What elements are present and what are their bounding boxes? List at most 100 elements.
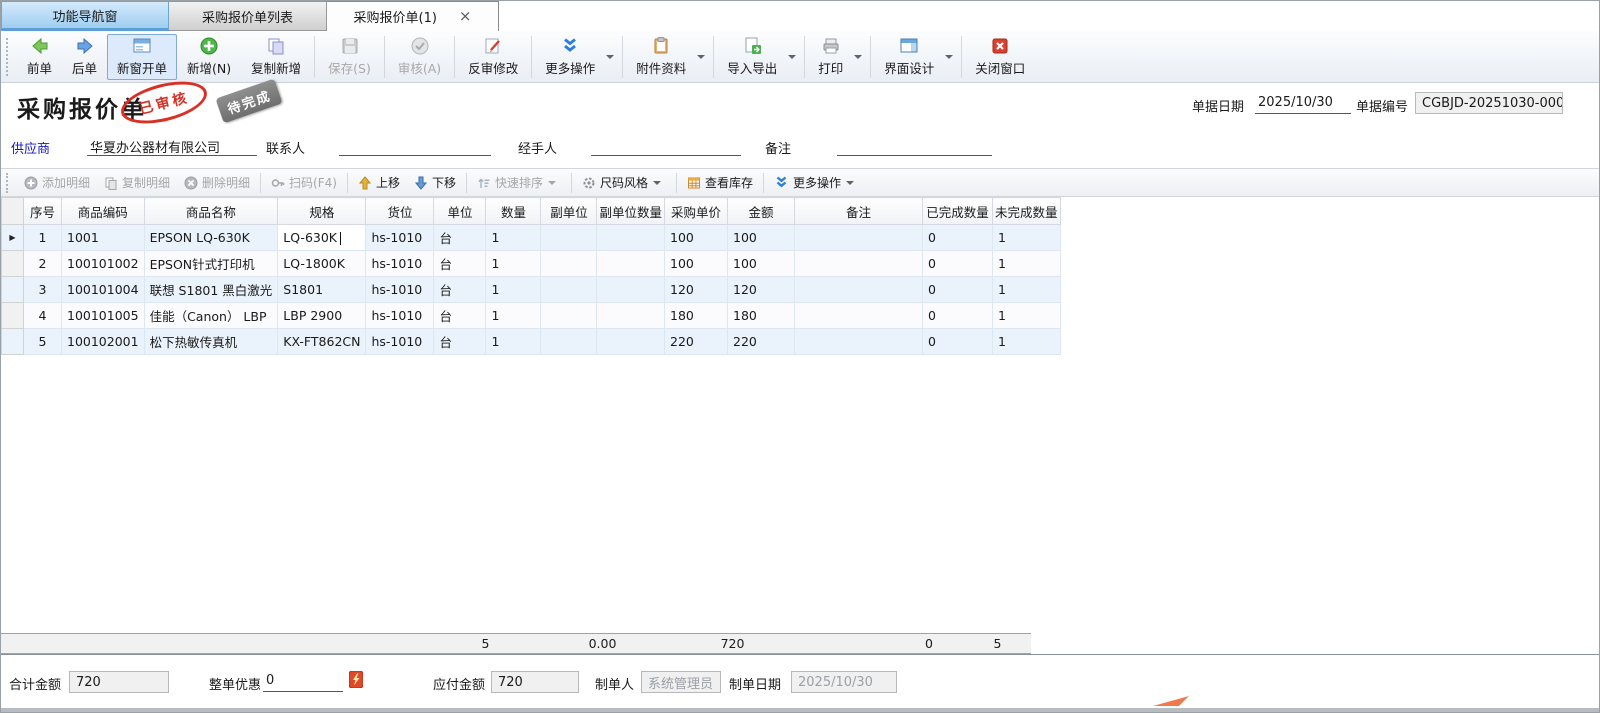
table-cell[interactable]: 100 [665,225,728,251]
table-cell[interactable]: 0 [923,329,993,355]
table-cell[interactable]: 台 [434,251,486,277]
table-cell[interactable]: 台 [434,303,486,329]
import-export-button[interactable]: 导入导出 [717,34,787,80]
toolbar-gripper[interactable] [6,38,13,76]
table-cell[interactable]: 0 [923,225,993,251]
table-cell[interactable] [541,251,597,277]
table-cell[interactable]: 佳能（Canon） LBP [144,303,278,329]
table-cell[interactable]: 1 [486,251,541,277]
ui-design-button[interactable]: 界面设计 [874,34,944,80]
column-header[interactable]: 单位 [434,198,486,225]
add-detail-button[interactable]: 添加明细 [17,171,97,195]
table-cell[interactable] [795,303,923,329]
table-cell[interactable]: 100 [665,251,728,277]
table-cell[interactable]: 松下热敏传真机 [144,329,278,355]
table-cell[interactable]: 3 [24,277,62,303]
column-header[interactable]: 副单位 [541,198,597,225]
dropdown-caret-icon[interactable] [788,55,796,59]
unaudit-modify-button[interactable]: 反审修改 [458,34,528,80]
table-cell[interactable]: 1 [993,303,1061,329]
column-header[interactable]: 数量 [486,198,541,225]
remark-field[interactable] [837,135,992,156]
table-cell[interactable] [541,303,597,329]
handler-field[interactable] [591,135,741,156]
row-selector[interactable] [2,329,24,355]
table-cell[interactable]: 180 [665,303,728,329]
row-selector[interactable]: ▶ [2,225,24,251]
tab-function-nav[interactable]: 功能导航窗 [1,1,169,31]
table-cell[interactable] [597,277,665,303]
table-cell[interactable]: 100102001 [62,329,145,355]
table-cell[interactable]: 台 [434,225,486,251]
table-cell[interactable]: 180 [728,303,795,329]
table-cell[interactable]: 220 [728,329,795,355]
copy-detail-button[interactable]: 复制明细 [97,171,177,195]
toolbar-gripper[interactable] [6,173,12,193]
table-cell[interactable]: 1 [993,251,1061,277]
table-cell[interactable]: 1 [486,225,541,251]
column-header[interactable]: 货位 [366,198,434,225]
column-header[interactable]: 备注 [795,198,923,225]
table-cell[interactable]: 0 [923,303,993,329]
dropdown-caret-icon[interactable] [653,181,661,185]
table-cell[interactable]: 1 [486,329,541,355]
table-cell[interactable]: 1001 [62,225,145,251]
table-cell[interactable]: hs-1010 [366,329,434,355]
save-button[interactable]: 保存(S) [318,34,381,80]
table-cell[interactable]: 120 [728,277,795,303]
table-cell[interactable]: 100101004 [62,277,145,303]
table-cell[interactable] [597,329,665,355]
table-cell[interactable]: 1 [993,277,1061,303]
more-actions-button[interactable]: 更多操作 [535,34,605,80]
column-header[interactable]: 规格 [278,198,366,225]
tab-quotation-list[interactable]: 采购报价单列表 [169,1,327,31]
table-cell[interactable] [795,329,923,355]
table-cell[interactable]: S1801 [278,277,366,303]
row-selector[interactable] [2,277,24,303]
table-cell[interactable]: 台 [434,277,486,303]
prev-doc-button[interactable]: 前单 [17,34,62,80]
table-cell[interactable]: 100 [728,251,795,277]
table-cell[interactable]: 2 [24,251,62,277]
dropdown-caret-icon[interactable] [606,55,614,59]
table-cell[interactable] [795,277,923,303]
copy-add-button[interactable]: 复制新增 [241,34,311,80]
quick-discount-icon[interactable] [349,671,363,692]
move-down-button[interactable]: 下移 [407,171,463,195]
table-cell[interactable]: 1 [486,277,541,303]
column-header[interactable]: 金额 [728,198,795,225]
close-tab-icon[interactable]: × [459,9,472,24]
size-style-button[interactable]: 尺码风格 [575,171,673,195]
column-header[interactable]: 商品编码 [62,198,145,225]
table-cell[interactable] [597,251,665,277]
column-header[interactable]: 商品名称 [144,198,278,225]
table-cell[interactable]: 4 [24,303,62,329]
row-selector-header[interactable] [2,198,24,225]
doc-date-field[interactable]: 2025/10/30 [1255,93,1351,114]
dropdown-caret-icon[interactable] [945,55,953,59]
column-header[interactable]: 副单位数量 [597,198,665,225]
contact-field[interactable] [339,135,491,156]
table-cell[interactable]: 1 [24,225,62,251]
close-window-button[interactable]: 关闭窗口 [965,34,1035,80]
column-header[interactable]: 采购单价 [665,198,728,225]
delete-detail-button[interactable]: 删除明细 [177,171,257,195]
table-cell[interactable]: 0 [923,277,993,303]
column-header[interactable]: 已完成数量 [923,198,993,225]
table-cell[interactable]: 220 [665,329,728,355]
view-stock-button[interactable]: 查看库存 [680,171,760,195]
dropdown-caret-icon[interactable] [854,55,862,59]
table-cell[interactable]: hs-1010 [366,277,434,303]
table-cell[interactable]: EPSON LQ-630K [144,225,278,251]
table-cell[interactable]: LQ-1800K [278,251,366,277]
row-selector[interactable] [2,251,24,277]
tab-quotation-current[interactable]: 采购报价单(1) × [327,1,499,31]
move-up-button[interactable]: 上移 [351,171,407,195]
audit-button[interactable]: 审核(A) [388,34,451,80]
table-cell[interactable] [597,225,665,251]
table-cell[interactable]: KX-FT862CN [278,329,366,355]
column-header[interactable]: 未完成数量 [993,198,1061,225]
table-cell[interactable]: 联想 S1801 黑白激光 [144,277,278,303]
table-cell[interactable]: 120 [665,277,728,303]
print-button[interactable]: 打印 [808,34,853,80]
